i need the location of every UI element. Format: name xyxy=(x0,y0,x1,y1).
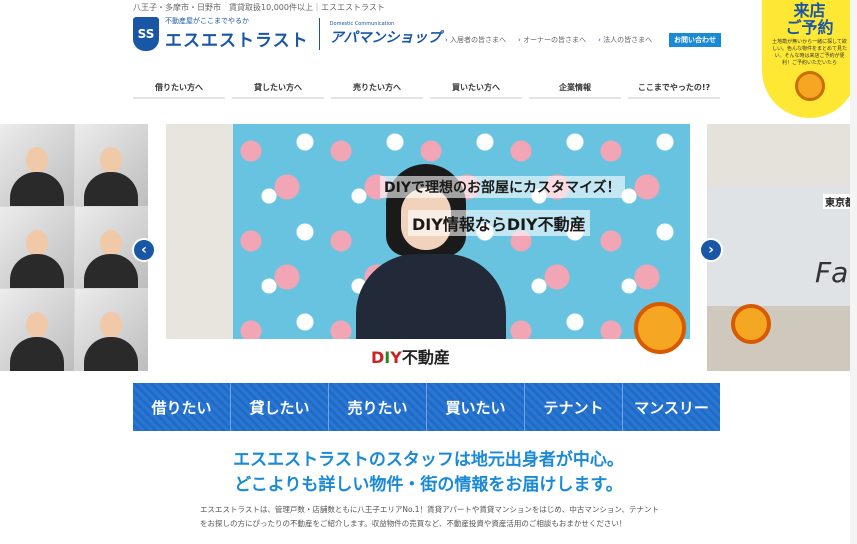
nav-rent[interactable]: 借りたい方へ xyxy=(133,77,225,99)
category-tenant-button[interactable]: テナント xyxy=(525,383,623,431)
top-tagline: 八王子・多摩市・日野市 賃貸取扱10,000件以上｜エスエストラスト xyxy=(133,3,385,12)
lion-mascot-icon xyxy=(794,71,825,101)
apaman-name: アパマンショップ xyxy=(329,29,442,46)
intro-headline-2: どこよりも詳しい物件・街の情報をお届けします。 xyxy=(234,475,623,495)
slide-wall-lettering: Fa xyxy=(815,256,849,289)
main-nav: 借りたい方へ 貸したい方へ 売りたい方へ 買いたい方へ 企業情報 ここまでやった… xyxy=(133,77,720,99)
apaman-logo[interactable]: Domestic Communication アパマンショップ xyxy=(330,21,442,47)
link-residents[interactable]: 入居者の皆さまへ xyxy=(445,35,506,45)
badge-title-visit: 来店 xyxy=(793,1,826,20)
staff-photo xyxy=(74,124,148,206)
category-monthly-button[interactable]: マンスリー xyxy=(623,383,720,431)
nav-sell[interactable]: 売りたい方へ xyxy=(331,77,423,99)
nav-buy[interactable]: 買いたい方へ xyxy=(430,77,522,99)
reservation-badge[interactable]: 来店 ご予約 土地勘が無いから一緒に探して欲しい。色んな物件をまとめて見たい。そ… xyxy=(762,0,857,118)
intro-body: エスエストラストは、管理戸数・店舗数ともに八王子エリアNo.1！賃貸アパートや賃… xyxy=(200,505,659,528)
badge-description: 土地勘が無いから一緒に探して欲しい。色んな物件をまとめて見たい。そんな時は来店ご… xyxy=(771,39,847,66)
logo-tagline: 不動産屋がここまでやるか xyxy=(165,17,249,25)
lion-mascot-icon xyxy=(731,304,771,344)
category-buttons: 借りたい 貸したい 売りたい 買いたい テナント マンスリー xyxy=(133,383,720,431)
logo-name: エスエストラスト xyxy=(165,31,309,51)
staff-photo xyxy=(0,124,74,206)
logo-shield-icon: SS xyxy=(133,16,159,51)
category-lend-button[interactable]: 貸したい xyxy=(231,383,329,431)
carousel-next-slide[interactable]: 東京都 Fa xyxy=(707,124,857,371)
staff-photo xyxy=(0,289,74,371)
badge-title-reserve: ご予約 xyxy=(785,18,834,37)
staff-photo xyxy=(74,289,148,371)
logo-divider xyxy=(318,17,320,50)
slide-wall xyxy=(166,124,233,339)
category-sell-button[interactable]: 売りたい xyxy=(329,383,427,431)
diy-fudosan-logo: DIY不動産 xyxy=(371,348,450,367)
carousel-current-slide[interactable]: DIYで理想のお部屋にカスタマイズ！ DIY情報ならDIY不動産 DIY不動産 xyxy=(166,124,690,371)
office-ceiling xyxy=(707,124,857,186)
carousel-prev-button[interactable]: ‹ xyxy=(132,238,156,262)
link-owners[interactable]: オーナーの皆さまへ xyxy=(518,35,586,45)
contact-button[interactable]: お問い合わせ xyxy=(669,33,721,47)
category-rent-button[interactable]: 借りたい xyxy=(133,383,231,431)
carousel-prev-slide[interactable] xyxy=(0,124,148,371)
slide-headline: DIYで理想のお部屋にカスタマイズ！ xyxy=(380,176,625,198)
nav-achievements[interactable]: ここまでやったの!? xyxy=(628,77,720,99)
page-scrollbar[interactable] xyxy=(850,0,857,544)
carousel-next-button[interactable]: › xyxy=(699,238,723,262)
intro-headline-1: エスエストラストのスタッフは地元出身者が中心。 xyxy=(233,450,624,470)
site-logo[interactable]: SS 不動産屋がここまでやるか エスエストラスト Domestic Commun… xyxy=(133,16,441,51)
nav-lend[interactable]: 貸したい方へ xyxy=(232,77,324,99)
link-corporate[interactable]: 法人の皆さまへ xyxy=(598,35,652,45)
category-buy-button[interactable]: 買いたい xyxy=(427,383,525,431)
header-links: 入居者の皆さまへ オーナーの皆さまへ 法人の皆さまへ xyxy=(445,35,652,45)
nav-company[interactable]: 企業情報 xyxy=(529,77,621,99)
staff-photo xyxy=(0,206,74,289)
office-floor xyxy=(707,306,857,371)
slide-subheadline: DIY情報ならDIY不動産 xyxy=(408,210,590,236)
lion-mascot-icon xyxy=(634,302,686,354)
